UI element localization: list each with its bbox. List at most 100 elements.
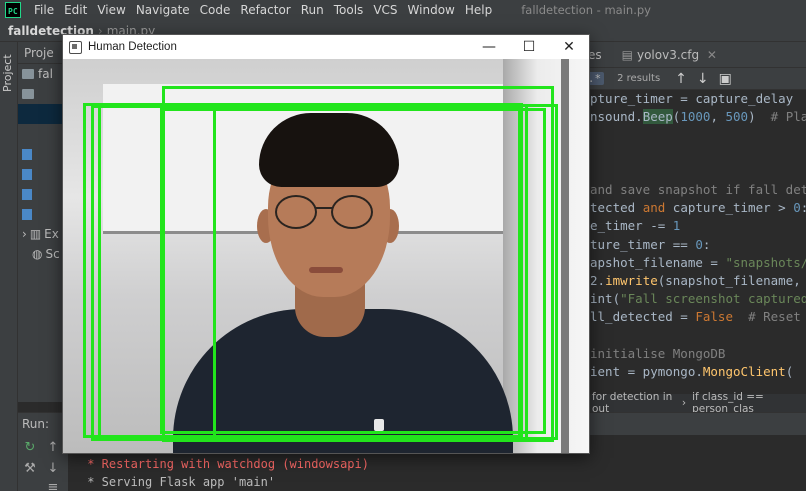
- ide-menubar: PC File Edit View Navigate Code Refactor…: [0, 0, 806, 20]
- code-token: # Reset fall: [748, 309, 801, 325]
- menu-code[interactable]: Code: [195, 0, 236, 20]
- run-toolbar: ↻ ↑ ⚒ ↓ ≡: [18, 435, 68, 491]
- detection-bounding-box: [213, 104, 558, 440]
- code-token: Beep: [642, 109, 673, 125]
- pycharm-logo-icon: PC: [5, 2, 21, 18]
- project-panel: Proje fal › ▥ Ex ◍ Sc: [18, 42, 68, 402]
- code-token: 0: [793, 200, 801, 216]
- tree-row[interactable]: [18, 84, 68, 104]
- window-title-text: Human Detection: [88, 41, 177, 53]
- close-icon[interactable]: ✕: [707, 48, 717, 62]
- code-token: ll_detected =: [590, 309, 696, 325]
- code-token: MongoClient: [702, 363, 786, 379]
- window-title: falldetection - main.py: [521, 3, 651, 17]
- menu-file[interactable]: File: [29, 0, 59, 20]
- code-token: :: [702, 236, 711, 252]
- tab-yolov3-cfg[interactable]: ▤ yolov3.cfg ✕: [612, 42, 727, 68]
- menu-run[interactable]: Run: [296, 0, 329, 20]
- code-token: ): [748, 109, 771, 125]
- code-token: False: [695, 309, 733, 325]
- python-file-icon: [22, 208, 32, 220]
- close-button[interactable]: ✕: [549, 35, 589, 59]
- project-panel-header[interactable]: Proje: [18, 42, 68, 64]
- tree-row[interactable]: [18, 204, 68, 224]
- scroll-up-icon[interactable]: ↑: [46, 441, 60, 455]
- code-token: (snapshot_filename, fram: [657, 272, 801, 288]
- python-file-icon: [22, 188, 32, 200]
- wrench-icon[interactable]: ⚒: [23, 462, 37, 476]
- menu-vcs[interactable]: VCS: [368, 0, 402, 20]
- code-token: 1000: [680, 109, 711, 125]
- code-token: initialise MongoDB: [590, 345, 726, 361]
- app-window-icon: [69, 40, 82, 54]
- chevron-right-icon: ›: [22, 227, 27, 241]
- tree-label: fal: [38, 67, 53, 81]
- console-output[interactable]: * Restarting with watchdog (windowsapi) …: [80, 455, 369, 491]
- menu-tools[interactable]: Tools: [329, 0, 369, 20]
- left-tool-stripe: Project: [0, 42, 18, 491]
- folder-icon: [22, 69, 34, 79]
- code-token: :: [801, 200, 806, 215]
- code-token: ture_timer ==: [590, 236, 696, 252]
- console-line-error: * Restarting with watchdog (windowsapi): [80, 457, 369, 471]
- code-token: capture_timer >: [665, 200, 794, 216]
- select-all-occurrences-icon[interactable]: ▣: [719, 71, 732, 87]
- folder-icon: [22, 89, 34, 99]
- python-file-icon: [22, 168, 32, 180]
- libraries-icon: ▥: [29, 227, 42, 241]
- window-titlebar[interactable]: Human Detection — ☐ ✕: [63, 35, 589, 59]
- run-label: Run:: [22, 417, 50, 431]
- tree-label: Sc: [45, 247, 60, 261]
- tab-label: yolov3.cfg: [636, 47, 700, 62]
- next-occurrence-icon[interactable]: ↓: [697, 71, 709, 87]
- tree-row[interactable]: [18, 144, 68, 164]
- tree-row[interactable]: [18, 124, 68, 144]
- menu-lines-icon[interactable]: ≡: [46, 481, 60, 491]
- code-token: "snapshots/fall: [725, 254, 806, 270]
- rerun-icon[interactable]: ↻: [23, 441, 37, 455]
- menu-window[interactable]: Window: [403, 0, 460, 20]
- menu-help[interactable]: Help: [460, 0, 497, 20]
- code-token: and save snapshot if fall detecte: [590, 181, 806, 197]
- minimize-button[interactable]: —: [469, 35, 509, 59]
- code-token: ient = pymongo.: [590, 363, 703, 379]
- code-token: 0: [695, 236, 703, 252]
- menu-navigate[interactable]: Navigate: [131, 0, 195, 20]
- code-token: 2.: [590, 272, 606, 288]
- previous-occurrence-icon[interactable]: ↑: [675, 71, 687, 87]
- tree-label: Ex: [44, 227, 59, 241]
- code-token: 500: [725, 109, 749, 125]
- scroll-down-icon[interactable]: ↓: [46, 462, 60, 476]
- code-token: # Play: [770, 109, 806, 125]
- code-token: e_timer -=: [590, 218, 673, 234]
- tree-row-external-libraries[interactable]: › ▥ Ex: [18, 224, 68, 244]
- human-detection-window[interactable]: Human Detection — ☐ ✕: [62, 34, 590, 454]
- code-token: apshot_filename =: [590, 254, 726, 270]
- code-token: "Fall screenshot captured": [620, 291, 806, 307]
- code-token: pture_timer = capture_delay: [590, 91, 794, 106]
- python-file-icon: [22, 148, 32, 160]
- code-token: tected: [590, 200, 643, 216]
- code-token: ,: [710, 109, 726, 125]
- scratches-icon: ◍: [32, 247, 43, 261]
- file-icon: ▤: [621, 47, 633, 62]
- tree-row[interactable]: [18, 164, 68, 184]
- webcam-frame: [63, 59, 589, 453]
- tree-row-selected[interactable]: [18, 104, 68, 124]
- tree-row[interactable]: [18, 184, 68, 204]
- project-tool-tab[interactable]: Project: [1, 42, 14, 92]
- maximize-button[interactable]: ☐: [509, 35, 549, 59]
- code-token: (: [785, 363, 794, 379]
- tree-row-scratches[interactable]: ◍ Sc: [18, 244, 68, 264]
- console-line: * Serving Flask app 'main': [80, 475, 276, 489]
- background-pole: [561, 59, 569, 453]
- menu-edit[interactable]: Edit: [59, 0, 92, 20]
- code-token: int(: [590, 291, 621, 307]
- menu-refactor[interactable]: Refactor: [235, 0, 295, 20]
- code-token: and: [642, 200, 666, 216]
- code-token: nsound.: [590, 109, 643, 125]
- search-result-count: 2 results: [617, 73, 661, 84]
- tree-row-root[interactable]: fal: [18, 64, 68, 84]
- menu-view[interactable]: View: [92, 0, 130, 20]
